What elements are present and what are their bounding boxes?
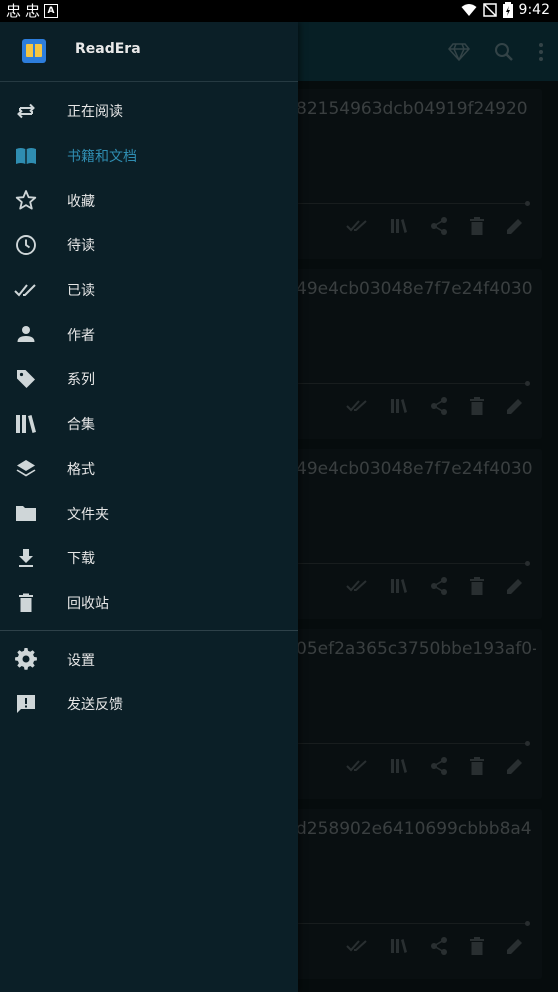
drawer-item-label: 收藏 <box>67 193 95 210</box>
notification-icon: 忠 <box>6 2 22 20</box>
star-icon <box>14 188 38 212</box>
drawer-item-label: 系列 <box>67 372 95 389</box>
drawer-header: ReadEra <box>0 22 298 82</box>
gear-icon <box>14 647 38 671</box>
person-icon <box>14 322 38 346</box>
drawer-item-books-and-documents[interactable]: 书籍和文档 <box>0 134 298 179</box>
drawer-item-label: 作者 <box>67 327 95 344</box>
drawer-item-label: 待读 <box>67 238 95 255</box>
drawer-item-favorites[interactable]: 收藏 <box>0 178 298 223</box>
drawer-item-series[interactable]: 系列 <box>0 357 298 402</box>
no-signal-icon <box>482 3 497 17</box>
repeat-icon <box>14 99 38 123</box>
double-check-icon <box>14 278 38 302</box>
drawer-item-label: 已读 <box>67 283 95 300</box>
a-notification-icon: A <box>44 4 59 18</box>
drawer-item-formats[interactable]: 格式 <box>0 447 298 492</box>
feedback-icon <box>14 692 38 716</box>
drawer-item-label: 书籍和文档 <box>67 149 137 166</box>
drawer-item-folders[interactable]: 文件夹 <box>0 491 298 536</box>
drawer-item-reading-now[interactable]: 正在阅读 <box>0 89 298 134</box>
drawer-item-settings[interactable]: 设置 <box>0 637 298 682</box>
drawer-item-trash[interactable]: 回收站 <box>0 581 298 626</box>
layers-icon <box>14 457 38 481</box>
battery-charging-icon <box>502 2 513 18</box>
app-title: ReadEra <box>75 41 141 57</box>
drawer-item-label: 格式 <box>67 461 95 478</box>
status-bar: 忠 忠 A 9:42 <box>0 0 558 22</box>
drawer-item-label: 文件夹 <box>67 506 109 523</box>
notification-icon: 忠 <box>25 2 41 20</box>
drawer-menu: 正在阅读 书籍和文档 收藏 待读 已读 作者 系列 合集 格式 文件夹 下载 回… <box>0 82 298 625</box>
navigation-drawer: ReadEra 正在阅读 书籍和文档 收藏 待读 已读 作者 系列 合集 格式 … <box>0 22 298 992</box>
drawer-item-downloads[interactable]: 下载 <box>0 536 298 581</box>
tag-icon <box>14 367 38 391</box>
clock: 9:42 <box>518 2 550 18</box>
book-icon <box>14 144 38 168</box>
library-icon <box>14 412 38 436</box>
status-bar-notifications: 忠 忠 A <box>6 2 59 20</box>
drawer-item-to-read[interactable]: 待读 <box>0 223 298 268</box>
drawer-item-collections[interactable]: 合集 <box>0 402 298 447</box>
drawer-item-label: 设置 <box>67 652 95 669</box>
trash-icon <box>14 591 38 615</box>
drawer-item-authors[interactable]: 作者 <box>0 312 298 357</box>
status-bar-system: 9:42 <box>461 2 550 18</box>
drawer-secondary-menu: 设置 发送反馈 <box>0 637 298 726</box>
drawer-item-send-feedback[interactable]: 发送反馈 <box>0 682 298 727</box>
drawer-item-label: 正在阅读 <box>67 104 123 121</box>
drawer-divider <box>0 630 298 632</box>
drawer-item-label: 回收站 <box>67 595 109 612</box>
readera-logo-icon <box>22 39 46 63</box>
drawer-item-label: 下载 <box>67 551 95 568</box>
folder-icon <box>14 501 38 525</box>
drawer-item-label: 发送反馈 <box>67 697 123 714</box>
drawer-item-have-read[interactable]: 已读 <box>0 268 298 313</box>
drawer-item-label: 合集 <box>67 417 95 434</box>
download-icon <box>14 546 38 570</box>
clock-icon <box>14 233 38 257</box>
wifi-icon <box>461 4 477 16</box>
